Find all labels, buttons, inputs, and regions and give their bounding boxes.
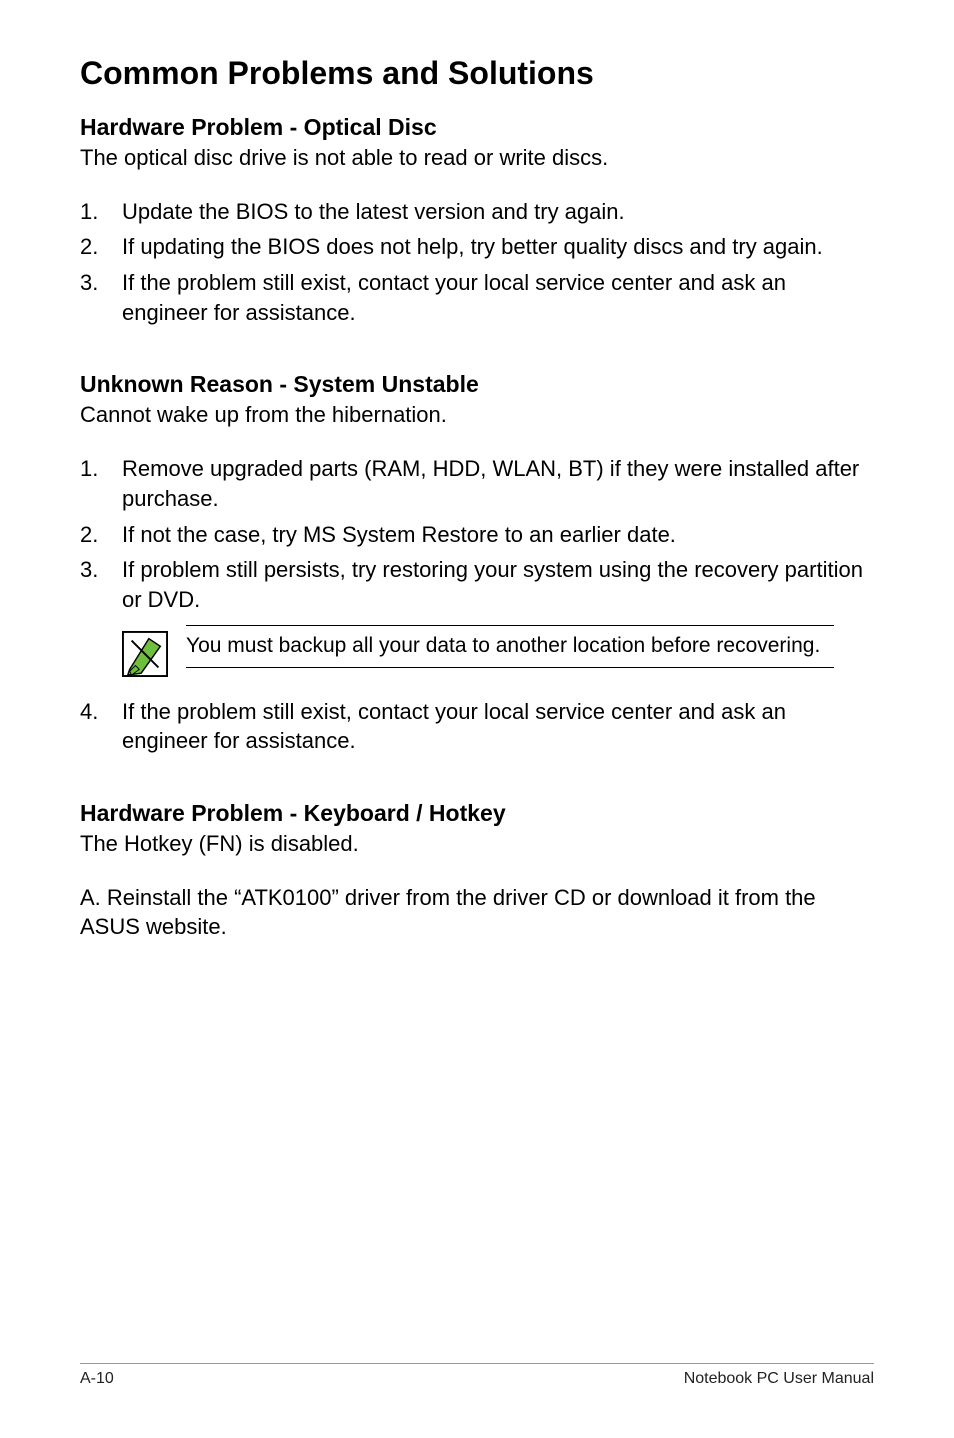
page-footer: A-10 Notebook PC User Manual <box>80 1363 874 1388</box>
note-callout: You must backup all your data to another… <box>122 625 874 677</box>
list-item: 2.If updating the BIOS does not help, tr… <box>80 232 874 262</box>
doc-title: Notebook PC User Manual <box>684 1370 874 1388</box>
section-heading-keyboard: Hardware Problem - Keyboard / Hotkey <box>80 800 874 827</box>
step-text: If not the case, try MS System Restore t… <box>122 520 874 550</box>
step-number: 3. <box>80 268 122 327</box>
list-item: 1.Update the BIOS to the latest version … <box>80 197 874 227</box>
section-heading-system-unstable: Unknown Reason - System Unstable <box>80 371 874 398</box>
list-item: 2.If not the case, try MS System Restore… <box>80 520 874 550</box>
page-number: A-10 <box>80 1370 114 1388</box>
note-text: You must backup all your data to another… <box>186 632 834 659</box>
steps-list-system-a: 1.Remove upgraded parts (RAM, HDD, WLAN,… <box>80 454 874 614</box>
step-number: 1. <box>80 197 122 227</box>
step-text: If the problem still exist, contact your… <box>122 268 874 327</box>
steps-list-optical: 1.Update the BIOS to the latest version … <box>80 197 874 328</box>
step-text: If the problem still exist, contact your… <box>122 697 874 756</box>
step-text: Update the BIOS to the latest version an… <box>122 197 874 227</box>
list-item: 4.If the problem still exist, contact yo… <box>80 697 874 756</box>
step-number: 1. <box>80 454 122 513</box>
step-text: Remove upgraded parts (RAM, HDD, WLAN, B… <box>122 454 874 513</box>
step-number: 2. <box>80 520 122 550</box>
step-text: If problem still persists, try restoring… <box>122 555 874 614</box>
section-subtitle: Cannot wake up from the hibernation. <box>80 400 874 430</box>
step-number: 4. <box>80 697 122 756</box>
step-number: 2. <box>80 232 122 262</box>
single-step: A. Reinstall the “ATK0100” driver from t… <box>80 883 874 942</box>
note-icon <box>122 631 168 677</box>
section-heading-optical-disc: Hardware Problem - Optical Disc <box>80 114 874 141</box>
list-item: 3.If problem still persists, try restori… <box>80 555 874 614</box>
list-item: 1.Remove upgraded parts (RAM, HDD, WLAN,… <box>80 454 874 513</box>
step-number: 3. <box>80 555 122 614</box>
list-item: 3.If the problem still exist, contact yo… <box>80 268 874 327</box>
section-subtitle: The optical disc drive is not able to re… <box>80 143 874 173</box>
step-text: If updating the BIOS does not help, try … <box>122 232 874 262</box>
section-subtitle: The Hotkey (FN) is disabled. <box>80 829 874 859</box>
steps-list-system-b: 4.If the problem still exist, contact yo… <box>80 697 874 756</box>
page-title: Common Problems and Solutions <box>80 55 874 92</box>
note-divider: You must backup all your data to another… <box>186 625 834 668</box>
